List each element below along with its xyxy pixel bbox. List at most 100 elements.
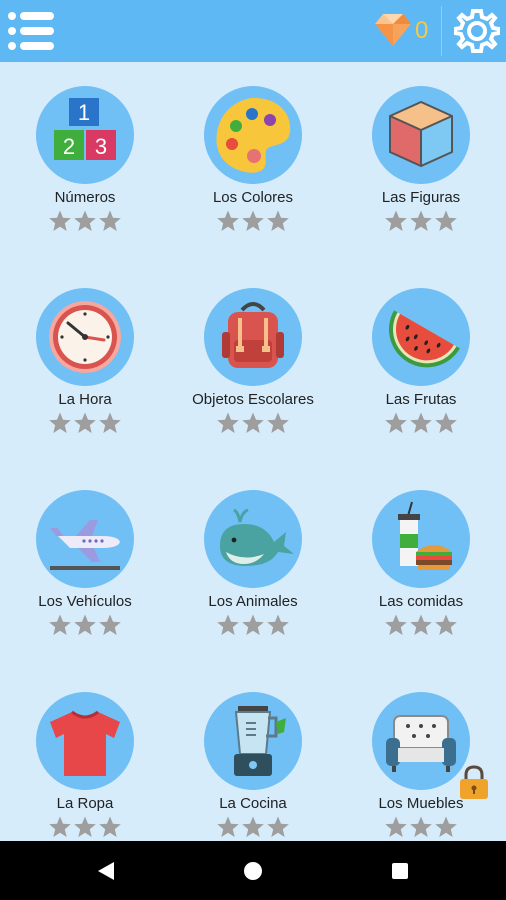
category-label: Objetos Escolares: [192, 391, 314, 408]
number-blocks-icon: 1 2 3: [54, 98, 116, 160]
star-rating: [10, 613, 160, 639]
star-icon: [409, 209, 433, 233]
star-icon: [216, 209, 240, 233]
home-circle-icon[interactable]: [241, 859, 265, 883]
gear-icon[interactable]: [453, 8, 501, 54]
star-icon: [266, 613, 290, 637]
star-icon: [384, 411, 408, 435]
star-rating: [178, 411, 328, 437]
star-icon: [98, 411, 122, 435]
star-icon: [266, 411, 290, 435]
category-tile[interactable]: Las Frutas: [346, 264, 496, 444]
star-icon: [241, 613, 265, 637]
category-tile[interactable]: Los Colores: [178, 62, 328, 242]
back-triangle-icon[interactable]: [94, 859, 118, 883]
star-icon: [216, 613, 240, 637]
star-icon: [434, 613, 458, 637]
blender-icon: [234, 706, 286, 776]
category-icon-circle: [36, 692, 134, 790]
cube-icon: [389, 100, 453, 168]
category-tile[interactable]: Los Vehículos: [10, 466, 160, 646]
star-icon: [48, 411, 72, 435]
star-icon: [48, 815, 72, 839]
star-rating: [178, 815, 328, 841]
hamburger-menu-icon[interactable]: [8, 12, 54, 50]
svg-text:1: 1: [78, 100, 90, 125]
category-icon-circle: 1 2 3: [36, 86, 134, 184]
star-icon: [241, 411, 265, 435]
category-label: Los Muebles: [378, 795, 464, 812]
app-bar: 0: [0, 0, 506, 62]
star-icon: [241, 209, 265, 233]
airplane-icon: [50, 520, 120, 570]
category-tile[interactable]: Objetos Escolares: [178, 264, 328, 444]
svg-text:3: 3: [95, 134, 107, 159]
star-rating: [346, 411, 496, 437]
backpack-icon: [222, 302, 284, 368]
category-tile[interactable]: 1 2 3 Números: [10, 62, 160, 242]
t-shirt-icon: [50, 710, 120, 776]
star-icon: [216, 411, 240, 435]
star-icon: [216, 815, 240, 839]
star-icon: [266, 815, 290, 839]
watermelon-icon: [389, 310, 460, 368]
gem-count: 0: [415, 17, 429, 44]
star-icon: [73, 411, 97, 435]
category-tile[interactable]: La Cocina: [178, 668, 328, 848]
star-icon: [98, 613, 122, 637]
star-icon: [434, 411, 458, 435]
diamond-icon: [374, 12, 412, 48]
category-tile[interactable]: Las Figuras: [346, 62, 496, 242]
category-label: Números: [54, 189, 116, 206]
category-icon-circle: [204, 692, 302, 790]
star-icon: [98, 209, 122, 233]
star-rating: [346, 613, 496, 639]
category-icon-circle: [36, 490, 134, 588]
star-icon: [48, 613, 72, 637]
whale-icon: [220, 508, 294, 566]
category-label: Los Animales: [208, 593, 298, 610]
star-rating: [10, 815, 160, 841]
category-label: La Cocina: [219, 795, 287, 812]
star-icon: [73, 209, 97, 233]
category-icon-circle: [372, 490, 470, 588]
paint-palette-icon: [216, 98, 291, 173]
star-icon: [384, 613, 408, 637]
star-rating: [178, 613, 328, 639]
star-icon: [98, 815, 122, 839]
star-rating: [10, 411, 160, 437]
star-icon: [48, 209, 72, 233]
star-rating: [346, 815, 496, 841]
category-label: Las Frutas: [385, 391, 457, 408]
category-icon-circle: [372, 288, 470, 386]
category-icon-circle: [36, 288, 134, 386]
star-rating: [10, 209, 160, 235]
recents-square-icon[interactable]: [388, 859, 412, 883]
star-icon: [266, 209, 290, 233]
star-icon: [384, 209, 408, 233]
category-icon-circle: [204, 288, 302, 386]
system-nav-bar: [0, 841, 506, 900]
category-tile[interactable]: Los Muebles: [346, 668, 496, 848]
star-rating: [346, 209, 496, 235]
category-tile[interactable]: La Hora: [10, 264, 160, 444]
star-icon: [241, 815, 265, 839]
star-rating: [178, 209, 328, 235]
category-label: Las comidas: [378, 593, 464, 610]
category-tile[interactable]: Las comidas: [346, 466, 496, 646]
star-icon: [409, 815, 433, 839]
star-icon: [73, 815, 97, 839]
star-icon: [434, 209, 458, 233]
category-icon-circle: [372, 86, 470, 184]
category-label: La Ropa: [56, 795, 114, 812]
category-label: Las Figuras: [381, 189, 461, 206]
category-label: Los Colores: [212, 189, 294, 206]
star-icon: [434, 815, 458, 839]
star-icon: [73, 613, 97, 637]
category-tile[interactable]: La Ropa: [10, 668, 160, 848]
category-tile[interactable]: Los Animales: [178, 466, 328, 646]
star-icon: [409, 411, 433, 435]
star-icon: [384, 815, 408, 839]
app-bar-divider: [441, 6, 442, 56]
category-grid: 1 2 3 Números Los Colores Las Figuras La…: [0, 62, 506, 840]
